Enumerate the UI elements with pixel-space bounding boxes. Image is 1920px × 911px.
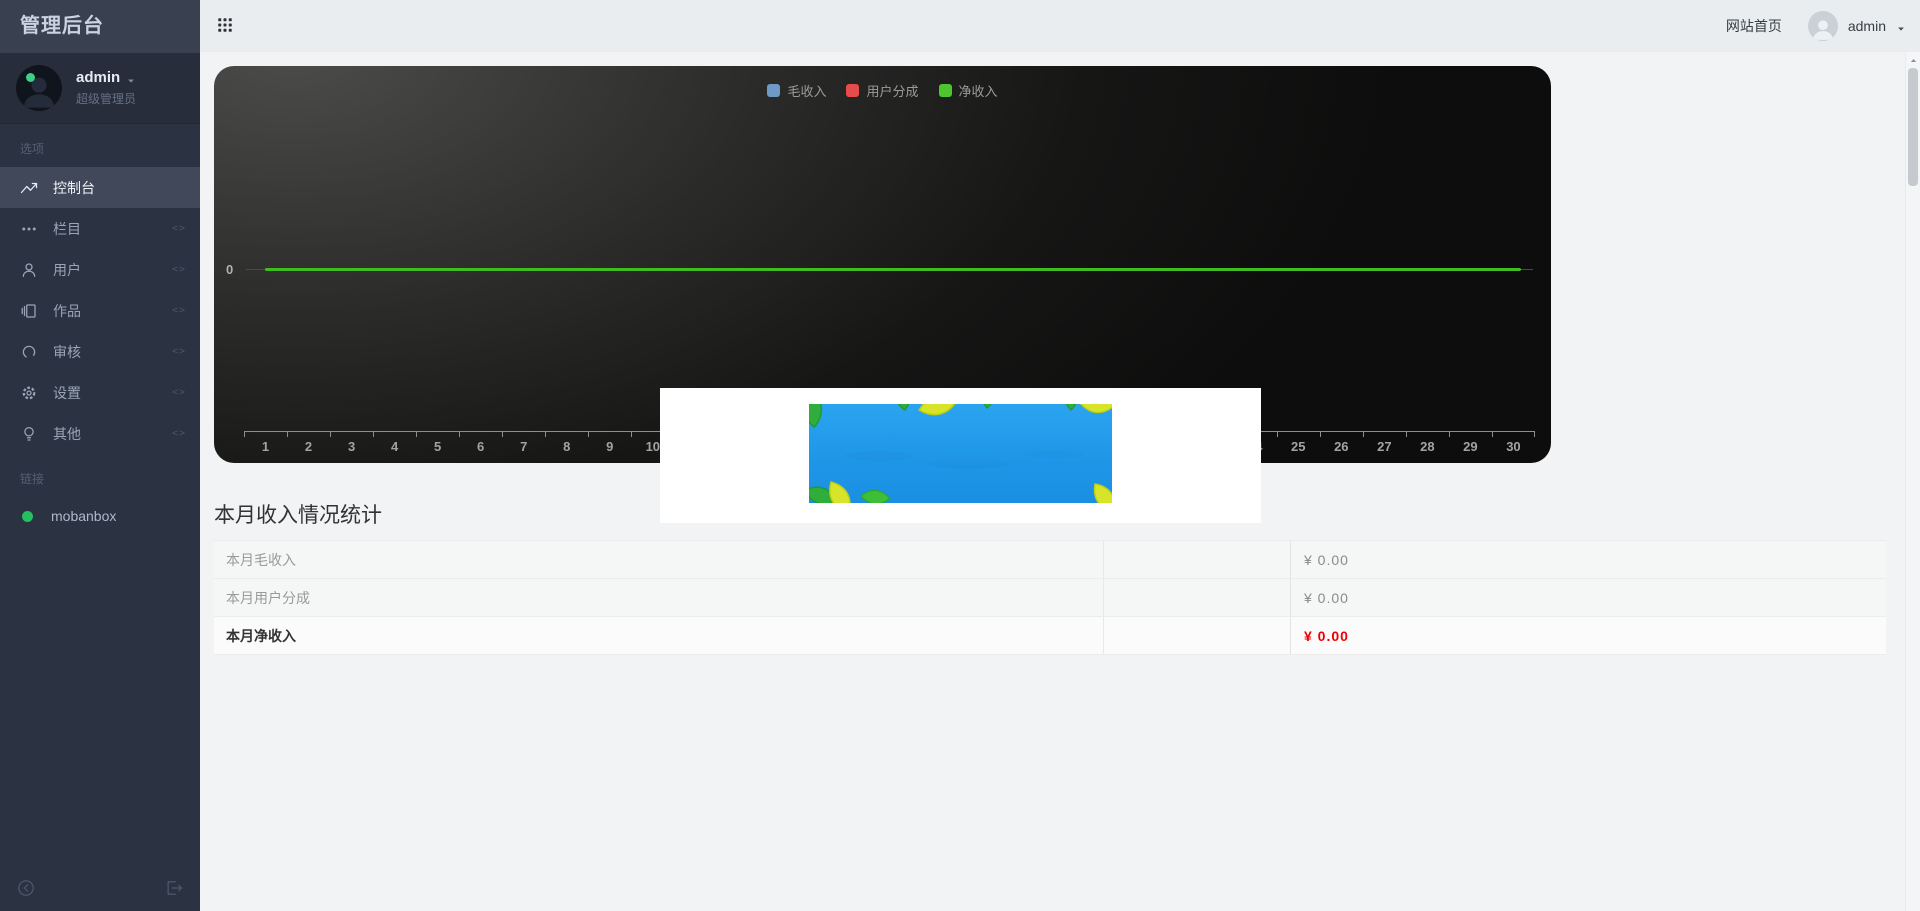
stats-row-value: ¥ 0.00 xyxy=(1290,617,1886,654)
stats-row-label: 本月用户分成 xyxy=(214,579,1103,616)
sidebar-menu-item[interactable]: 栏目 <> xyxy=(0,208,200,249)
caret-down-icon xyxy=(1896,21,1906,31)
collapse-sidebar-icon[interactable] xyxy=(16,878,36,898)
net-income-series-line xyxy=(265,268,1521,271)
x-axis-tick-label: 30 xyxy=(1492,432,1535,454)
stats-row-label: 本月毛收入 xyxy=(214,541,1103,578)
topbar-avatar xyxy=(1808,11,1838,41)
submenu-expand-icon: <> xyxy=(172,428,186,439)
x-axis-tick-label: 28 xyxy=(1406,432,1449,454)
legend-swatch-icon xyxy=(767,84,780,97)
sidebar-menu-item[interactable]: 审核 <> xyxy=(0,331,200,372)
sidebar-menu-item[interactable]: 控制台 <> xyxy=(0,167,200,208)
stats-table-row: 本月用户分成 ¥ 0.00 xyxy=(214,579,1886,617)
topbar-user-dropdown[interactable]: admin xyxy=(1808,11,1906,41)
x-axis-tick-label: 8 xyxy=(545,432,588,454)
chart-legend: 毛收入 用户分成 净收入 xyxy=(214,81,1551,100)
apps-grid-icon[interactable] xyxy=(216,16,236,36)
stats-row-spacer xyxy=(1103,541,1290,578)
online-status-dot xyxy=(26,73,35,82)
topbar-username: admin xyxy=(1848,18,1886,34)
x-axis-tick-label: 29 xyxy=(1449,432,1492,454)
loading-overlay xyxy=(660,388,1261,523)
legend-swatch-icon xyxy=(939,84,952,97)
sidebar-menu-item[interactable]: 其他 <> xyxy=(0,413,200,454)
sidebar-links: mobanbox xyxy=(0,497,200,535)
x-axis-tick-label: 1 xyxy=(244,432,287,454)
x-axis-tick-label: 4 xyxy=(373,432,416,454)
app-title: 管理后台 xyxy=(0,0,200,53)
submenu-expand-icon: <> xyxy=(172,346,186,357)
x-axis-tick-label: 6 xyxy=(459,432,502,454)
submenu-expand-icon: <> xyxy=(172,305,186,316)
x-axis-tick-label: 9 xyxy=(588,432,631,454)
scrollbar-thumb[interactable] xyxy=(1908,68,1918,186)
sidebar-menu-item[interactable]: 用户 <> xyxy=(0,249,200,290)
x-axis-tick-label: 7 xyxy=(502,432,545,454)
stats-row-value: ¥ 0.00 xyxy=(1290,579,1886,616)
stats-table-row: 本月毛收入 ¥ 0.00 xyxy=(214,541,1886,579)
y-axis-tick-0: 0 xyxy=(226,262,233,277)
sidebar-bottom-bar xyxy=(0,865,200,911)
sidebar-profile: admin 超级管理员 xyxy=(0,53,200,124)
stats-table-row: 本月净收入 ¥ 0.00 xyxy=(214,617,1886,655)
submenu-expand-icon: <> xyxy=(172,264,186,275)
gear-icon xyxy=(20,384,38,402)
topbar: 网站首页 admin xyxy=(200,0,1920,52)
sidebar-section-options: 选项 xyxy=(0,124,200,167)
sidebar-menu: 控制台 <> 栏目 <> 用户 <> 作品 <> 审核 <> 设置 <> 其他 … xyxy=(0,167,200,454)
chart-line-icon xyxy=(20,179,38,197)
legend-item[interactable]: 用户分成 xyxy=(846,81,918,100)
sidebar: 管理后台 admin 超级管理员 选项 控制台 <> 栏目 <> 用户 <> 作… xyxy=(0,0,200,911)
x-axis-tick-label: 26 xyxy=(1320,432,1363,454)
x-axis-tick-label: 27 xyxy=(1363,432,1406,454)
stats-row-label: 本月净收入 xyxy=(214,617,1103,654)
avatar-icon xyxy=(19,71,59,111)
sidebar-menu-item[interactable]: 设置 <> xyxy=(0,372,200,413)
audit-icon xyxy=(20,343,38,361)
logout-icon[interactable] xyxy=(164,878,184,898)
x-axis-tick-label: 2 xyxy=(287,432,330,454)
profile-user-dropdown[interactable]: admin xyxy=(76,69,136,86)
x-axis-tick-label: 5 xyxy=(416,432,459,454)
link-status-dot-icon xyxy=(22,511,33,522)
x-axis-tick-label: 25 xyxy=(1277,432,1320,454)
submenu-expand-icon: <> xyxy=(172,387,186,398)
sidebar-link-item[interactable]: mobanbox xyxy=(0,497,200,535)
sidebar-menu-item[interactable]: 作品 <> xyxy=(0,290,200,331)
stats-row-value: ¥ 0.00 xyxy=(1290,541,1886,578)
x-axis-tick-label: 3 xyxy=(330,432,373,454)
works-icon xyxy=(20,302,38,320)
caret-down-icon xyxy=(126,73,136,83)
profile-role: 超级管理员 xyxy=(76,90,136,107)
stats-table: 本月毛收入 ¥ 0.00 本月用户分成 ¥ 0.00 本月净收入 ¥ 0.00 xyxy=(214,540,1886,655)
submenu-expand-icon: <> xyxy=(172,223,186,234)
legend-item[interactable]: 毛收入 xyxy=(767,81,826,100)
avatar xyxy=(16,65,62,111)
legend-swatch-icon xyxy=(846,84,859,97)
main-content: 毛收入 用户分成 净收入 0 1234567891011121314151617… xyxy=(200,52,1905,911)
legend-item[interactable]: 净收入 xyxy=(939,81,998,100)
scroll-up-icon[interactable] xyxy=(1906,52,1920,68)
stats-row-spacer xyxy=(1103,617,1290,654)
user-icon xyxy=(20,261,38,279)
bulb-icon xyxy=(20,425,38,443)
site-home-link[interactable]: 网站首页 xyxy=(1726,16,1782,36)
profile-username: admin xyxy=(76,69,120,86)
page-scrollbar[interactable] xyxy=(1905,52,1920,911)
stats-row-spacer xyxy=(1103,579,1290,616)
leaves-banner-image xyxy=(809,404,1112,503)
sidebar-section-links: 链接 xyxy=(0,454,200,497)
ellipsis-icon xyxy=(20,220,38,238)
